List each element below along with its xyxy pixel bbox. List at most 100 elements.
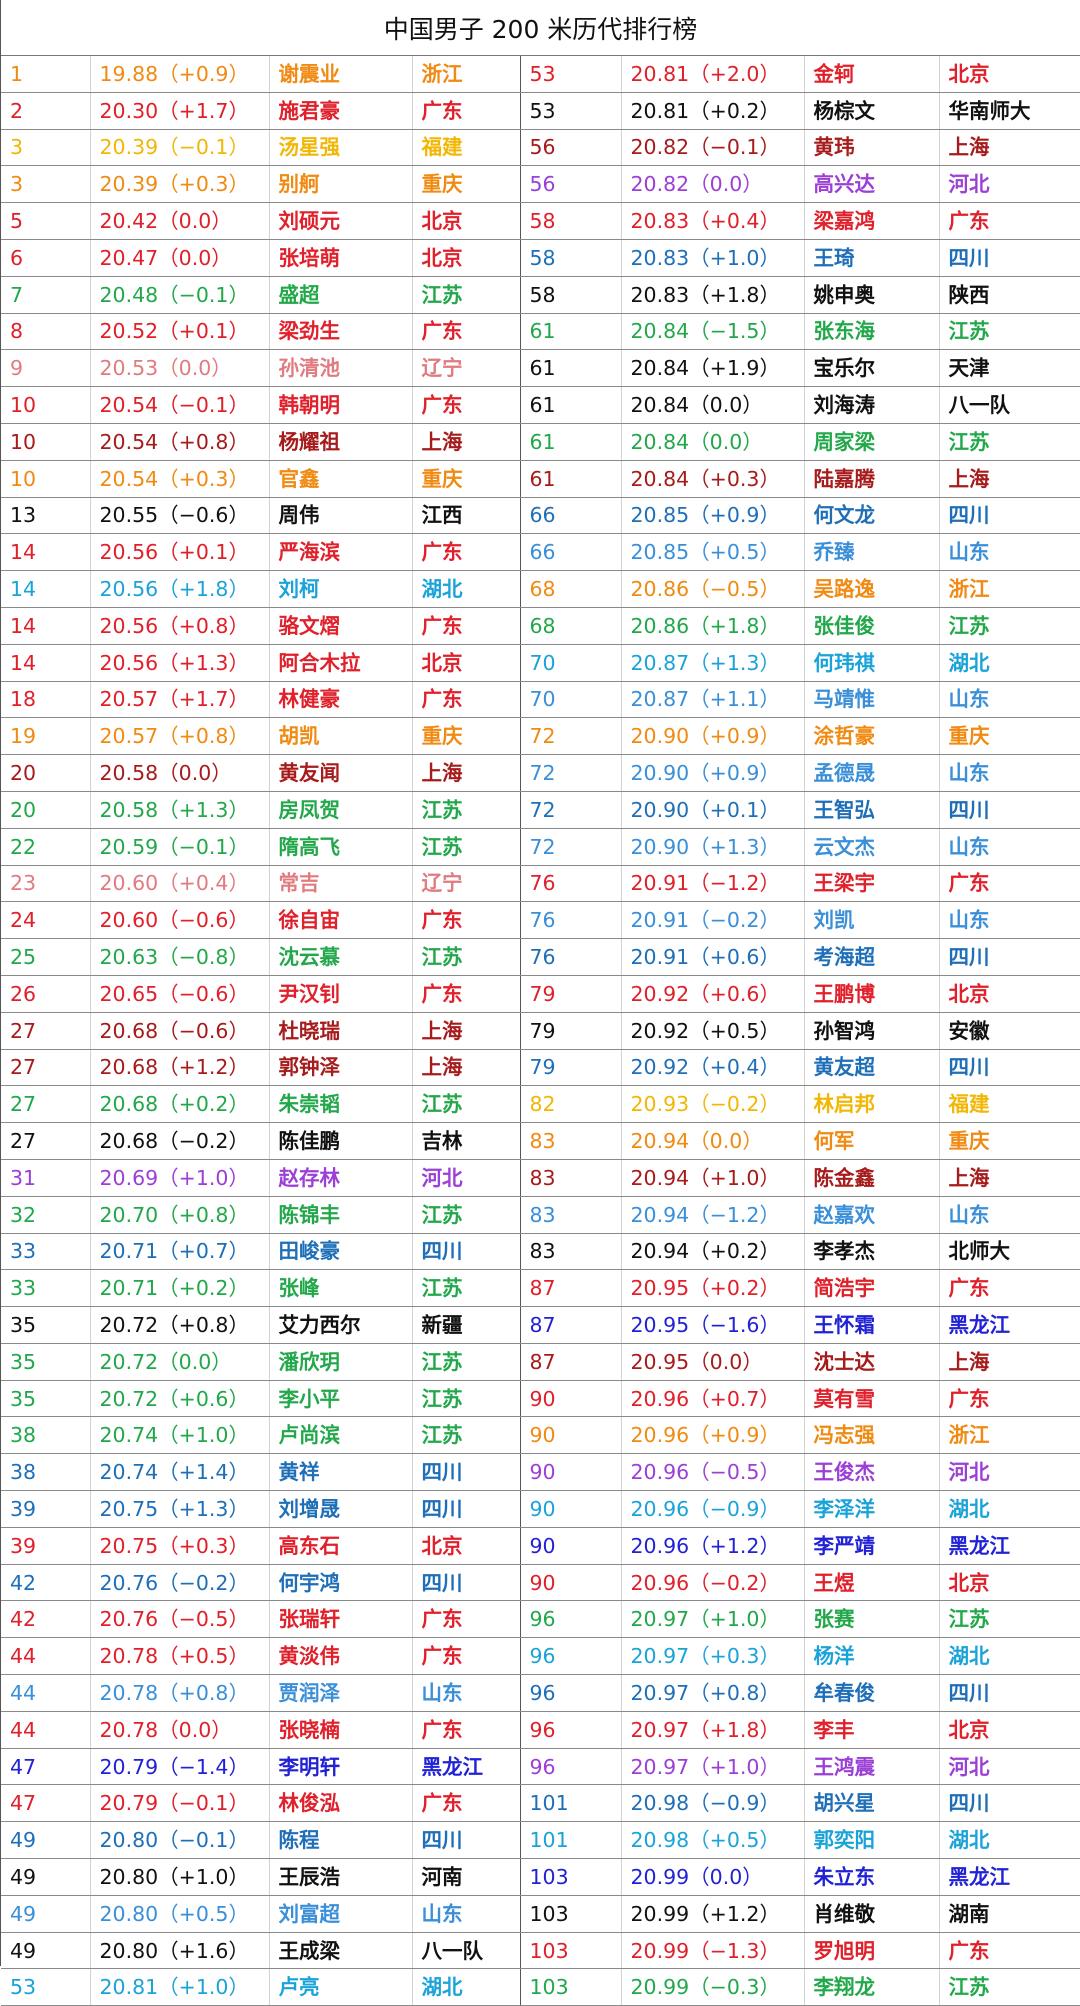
- table-row: 9 20.53（0.0） 孙清池 辽宁 61 20.84（+1.9） 宝乐尔 天津: [1, 349, 1080, 388]
- left-time-cell: 20.80（+0.5）: [89, 1895, 269, 1933]
- right-prov-cell: 广东: [938, 1269, 1080, 1308]
- right-name-cell: 陆嘉腾: [803, 460, 939, 498]
- right-rank-cell: 103: [519, 1858, 621, 1896]
- right-rank-cell: 96: [519, 1637, 621, 1676]
- left-name-cell: 张瑞轩: [268, 1600, 412, 1639]
- right-rank-cell: 90: [519, 1490, 621, 1528]
- right-prov-cell: 河北: [938, 1453, 1080, 1492]
- table-row: 38 20.74（+1.0） 卢尚滨 江苏 90 20.96（+0.9） 冯志强 浙江: [1, 1416, 1080, 1455]
- right-prov-cell: 四川: [938, 791, 1080, 829]
- right-name-cell: 何军: [803, 1122, 939, 1160]
- left-time-cell: 20.63（−0.8）: [89, 938, 269, 976]
- right-time-cell: 20.96（+1.2）: [620, 1527, 804, 1565]
- left-prov-cell: 北京: [411, 239, 520, 277]
- left-name-cell: 盛超: [268, 276, 412, 314]
- left-rank-cell: 53: [1, 1968, 90, 2006]
- right-name-cell: 马靖惟: [803, 681, 939, 719]
- left-time-cell: 20.52（+0.1）: [89, 313, 269, 351]
- left-rank-cell: 10: [1, 460, 90, 498]
- left-name-cell: 周伟: [268, 497, 412, 535]
- right-time-cell: 20.90（+0.9）: [620, 754, 804, 792]
- right-prov-cell: 山东: [938, 754, 1080, 792]
- table-row: 44 20.78（+0.8） 贾润泽 山东 96 20.97（+0.8） 牟春俊 四川: [1, 1674, 1080, 1712]
- left-name-cell: 房凤贺: [268, 791, 412, 829]
- right-time-cell: 20.98（+0.5）: [620, 1821, 804, 1860]
- left-name-cell: 杨耀祖: [268, 423, 412, 461]
- right-time-cell: 20.85（+0.5）: [620, 533, 804, 572]
- right-prov-cell: 浙江: [938, 1416, 1080, 1455]
- left-name-cell: 潘欣玥: [268, 1343, 412, 1381]
- right-time-cell: 20.96（−0.2）: [620, 1564, 804, 1602]
- right-time-cell: 20.97（+1.0）: [620, 1600, 804, 1639]
- left-rank-cell: 14: [1, 533, 90, 572]
- table-row: 49 20.80（−0.1） 陈程 四川 101 20.98（+0.5） 郭奕阳 湖北: [1, 1821, 1080, 1860]
- left-time-cell: 20.54（+0.3）: [89, 460, 269, 498]
- table-row: 27 20.68（−0.6） 杜晓瑞 上海 79 20.92（+0.5） 孙智鸿 安徽: [1, 1012, 1080, 1050]
- left-time-cell: 20.79（−1.4）: [89, 1748, 269, 1786]
- table-row: 2 20.30（+1.7） 施君豪 广东 53 20.81（+0.2） 杨棕文 华南师大: [1, 92, 1080, 130]
- right-rank-cell: 103: [519, 1895, 621, 1933]
- right-rank-cell: 87: [519, 1306, 621, 1344]
- right-rank-cell: 53: [519, 56, 621, 93]
- right-rank-cell: 96: [519, 1674, 621, 1712]
- left-rank-cell: 31: [1, 1159, 90, 1197]
- left-time-cell: 20.71（+0.2）: [89, 1269, 269, 1308]
- left-name-cell: 李明轩: [268, 1748, 412, 1786]
- right-rank-cell: 90: [519, 1564, 621, 1602]
- ranking-sheet: 中国男子 200 米历代排行榜 1 19.88（+0.9） 谢震业 浙江 53 20.81…: [0, 0, 1080, 2006]
- left-name-cell: 汤星强: [268, 129, 412, 167]
- left-time-cell: 20.60（−0.6）: [89, 901, 269, 940]
- right-time-cell: 20.97（+0.3）: [620, 1637, 804, 1676]
- left-prov-cell: 辽宁: [411, 865, 520, 903]
- right-time-cell: 20.91（−1.2）: [620, 865, 804, 903]
- table-row: 20 20.58（0.0） 黄友闻 上海 72 20.90（+0.9） 孟德晟 山东: [1, 754, 1080, 792]
- left-rank-cell: 44: [1, 1711, 90, 1749]
- left-time-cell: 20.39（−0.1）: [89, 129, 269, 167]
- right-rank-cell: 96: [519, 1711, 621, 1749]
- right-time-cell: 20.87（+1.1）: [620, 681, 804, 719]
- right-rank-cell: 61: [519, 313, 621, 351]
- right-name-cell: 赵嘉欢: [803, 1196, 939, 1234]
- left-rank-cell: 44: [1, 1637, 90, 1676]
- table-row: 14 20.56（+1.8） 刘柯 湖北 68 20.86（−0.5） 吴路逸 浙江: [1, 570, 1080, 608]
- left-prov-cell: 八一队: [411, 1932, 520, 1970]
- right-time-cell: 20.84（+1.9）: [620, 349, 804, 388]
- left-prov-cell: 吉林: [411, 1122, 520, 1160]
- left-prov-cell: 四川: [411, 1490, 520, 1528]
- right-time-cell: 20.84（+0.3）: [620, 460, 804, 498]
- right-rank-cell: 83: [519, 1196, 621, 1234]
- left-prov-cell: 江苏: [411, 1269, 520, 1308]
- left-prov-cell: 四川: [411, 1821, 520, 1860]
- left-prov-cell: 广东: [411, 1711, 520, 1749]
- right-rank-cell: 83: [519, 1159, 621, 1197]
- left-rank-cell: 24: [1, 901, 90, 940]
- right-time-cell: 20.94（+0.2）: [620, 1233, 804, 1271]
- right-prov-cell: 江苏: [938, 1968, 1080, 2006]
- left-rank-cell: 49: [1, 1858, 90, 1896]
- left-prov-cell: 广东: [411, 607, 520, 645]
- table-row: 19 20.57（+0.8） 胡凯 重庆 72 20.90（+0.9） 涂哲豪 重庆: [1, 717, 1080, 756]
- left-prov-cell: 江苏: [411, 1196, 520, 1234]
- right-rank-cell: 79: [519, 1049, 621, 1087]
- left-rank-cell: 1: [1, 56, 90, 93]
- right-time-cell: 20.92（+0.6）: [620, 975, 804, 1013]
- right-time-cell: 20.96（+0.9）: [620, 1416, 804, 1455]
- left-rank-cell: 8: [1, 313, 90, 351]
- right-rank-cell: 68: [519, 607, 621, 645]
- table-row: 8 20.52（+0.1） 梁劲生 广东 61 20.84（−1.5） 张东海 江苏: [1, 313, 1080, 351]
- left-rank-cell: 49: [1, 1932, 90, 1970]
- left-name-cell: 张峰: [268, 1269, 412, 1308]
- left-prov-cell: 辽宁: [411, 349, 520, 388]
- right-rank-cell: 58: [519, 202, 621, 240]
- left-name-cell: 郭钟泽: [268, 1049, 412, 1087]
- table-row: 7 20.48（−0.1） 盛超 江苏 58 20.83（+1.8） 姚申奥 陕西: [1, 276, 1080, 314]
- left-name-cell: 王成梁: [268, 1932, 412, 1970]
- right-time-cell: 20.94（+1.0）: [620, 1159, 804, 1197]
- left-rank-cell: 26: [1, 975, 90, 1013]
- right-rank-cell: 72: [519, 717, 621, 756]
- right-name-cell: 乔臻: [803, 533, 939, 572]
- right-rank-cell: 61: [519, 460, 621, 498]
- right-time-cell: 20.90（+1.3）: [620, 828, 804, 866]
- table-row: 26 20.65（−0.6） 尹汉钊 广东 79 20.92（+0.6） 王鹏博 北京: [1, 975, 1080, 1013]
- left-name-cell: 刘增晟: [268, 1490, 412, 1528]
